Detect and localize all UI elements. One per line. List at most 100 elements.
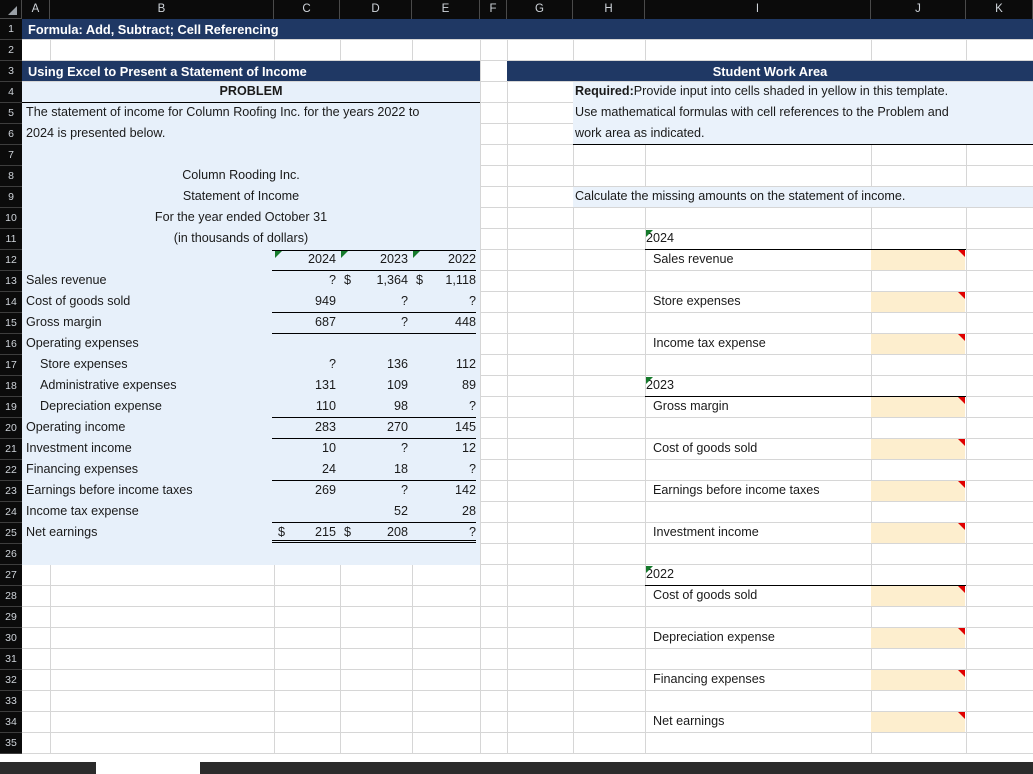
row-header-24[interactable]: 24 bbox=[0, 502, 22, 523]
row-header-33[interactable]: 33 bbox=[0, 691, 22, 712]
comment-indicator-red-icon bbox=[958, 481, 965, 488]
work-area-item-label: Sales revenue bbox=[653, 252, 734, 267]
statement-period: For the year ended October 31 bbox=[154, 210, 328, 225]
statement-row-label: Depreciation expense bbox=[40, 399, 162, 414]
column-header-c[interactable]: C bbox=[274, 0, 340, 19]
row-header-9[interactable]: 9 bbox=[0, 187, 22, 208]
row-header-13[interactable]: 13 bbox=[0, 271, 22, 292]
row-header-35[interactable]: 35 bbox=[0, 733, 22, 754]
statement-value: ? bbox=[400, 441, 408, 456]
gridline-horizontal bbox=[22, 690, 1033, 691]
statement-value: 28 bbox=[461, 504, 476, 519]
column-header-g[interactable]: G bbox=[507, 0, 573, 19]
row-header-23[interactable]: 23 bbox=[0, 481, 22, 502]
row-header-17[interactable]: 17 bbox=[0, 355, 22, 376]
row-header-19[interactable]: 19 bbox=[0, 397, 22, 418]
comment-indicator-green-icon bbox=[341, 251, 348, 258]
row-header-10[interactable]: 10 bbox=[0, 208, 22, 229]
row-header-14[interactable]: 14 bbox=[0, 292, 22, 313]
work-area-input-cell[interactable] bbox=[871, 586, 965, 606]
row-header-8[interactable]: 8 bbox=[0, 166, 22, 187]
row-header-31[interactable]: 31 bbox=[0, 649, 22, 670]
column-header-h[interactable]: H bbox=[573, 0, 645, 19]
work-area-input-cell[interactable] bbox=[871, 397, 965, 417]
row-header-11[interactable]: 11 bbox=[0, 229, 22, 250]
comment-indicator-green-icon bbox=[646, 230, 653, 237]
row-header-1[interactable]: 1 bbox=[0, 19, 22, 40]
row-header-34[interactable]: 34 bbox=[0, 712, 22, 733]
row-header-12[interactable]: 12 bbox=[0, 250, 22, 271]
gridline-horizontal bbox=[22, 606, 1033, 607]
work-area-input-cell[interactable] bbox=[871, 670, 965, 690]
row-header-20[interactable]: 20 bbox=[0, 418, 22, 439]
statement-value: 270 bbox=[386, 420, 408, 435]
column-header-strip[interactable]: ABCDEFGHIJK bbox=[0, 0, 1033, 19]
row-header-15[interactable]: 15 bbox=[0, 313, 22, 334]
work-area-input-cell[interactable] bbox=[871, 250, 965, 270]
statement-row-label: Operating income bbox=[26, 420, 126, 435]
row-header-26[interactable]: 26 bbox=[0, 544, 22, 565]
statement-row-label: Income tax expense bbox=[26, 504, 139, 519]
statement-value: 145 bbox=[454, 420, 476, 435]
column-header-d[interactable]: D bbox=[340, 0, 412, 19]
work-area-item-label: Income tax expense bbox=[653, 336, 766, 351]
row-header-25[interactable]: 25 bbox=[0, 523, 22, 544]
sheet-tab-right[interactable] bbox=[200, 762, 1033, 774]
comment-indicator-red-icon bbox=[958, 712, 965, 719]
row-header-6[interactable]: 6 bbox=[0, 124, 22, 145]
work-area-year-label: 2024 bbox=[646, 231, 675, 246]
column-header-f[interactable]: F bbox=[480, 0, 507, 19]
sheet-tab-left[interactable] bbox=[0, 762, 96, 774]
subtotal-rule-gross-margin-top bbox=[272, 312, 476, 313]
statement-row-label: Gross margin bbox=[26, 315, 102, 330]
row-header-7[interactable]: 7 bbox=[0, 145, 22, 166]
excel-window: Formula: Add, Subtract; Cell Referencing… bbox=[0, 0, 1033, 774]
currency-symbol: $ bbox=[416, 273, 424, 288]
row-header-22[interactable]: 22 bbox=[0, 460, 22, 481]
work-area-input-cell[interactable] bbox=[871, 523, 965, 543]
column-header-k[interactable]: K bbox=[966, 0, 1033, 19]
row-header-3[interactable]: 3 bbox=[0, 61, 22, 82]
column-header-a[interactable]: A bbox=[22, 0, 50, 19]
gridline-horizontal bbox=[22, 753, 1033, 754]
statement-value: 18 bbox=[393, 462, 408, 477]
column-header-i[interactable]: I bbox=[645, 0, 871, 19]
work-area-input-cell[interactable] bbox=[871, 334, 965, 354]
statement-value: 24 bbox=[321, 462, 336, 477]
row-header-27[interactable]: 27 bbox=[0, 565, 22, 586]
sheet-tab-bar[interactable] bbox=[0, 762, 1033, 774]
work-area-input-cell[interactable] bbox=[871, 628, 965, 648]
work-area-year-label: 2023 bbox=[646, 378, 675, 393]
statement-row-label: Earnings before income taxes bbox=[26, 483, 193, 498]
row-header-32[interactable]: 32 bbox=[0, 670, 22, 691]
statement-value: ? bbox=[400, 315, 408, 330]
statement-value: 110 bbox=[315, 399, 336, 414]
row-header-18[interactable]: 18 bbox=[0, 376, 22, 397]
comment-indicator-red-icon bbox=[958, 586, 965, 593]
work-area-input-cell[interactable] bbox=[871, 439, 965, 459]
column-header-e[interactable]: E bbox=[412, 0, 480, 19]
comment-indicator-red-icon bbox=[958, 334, 965, 341]
row-header-4[interactable]: 4 bbox=[0, 82, 22, 103]
statement-value: 687 bbox=[314, 315, 336, 330]
row-header-2[interactable]: 2 bbox=[0, 40, 22, 61]
select-all-corner[interactable] bbox=[0, 0, 22, 19]
work-area-input-cell[interactable] bbox=[871, 292, 965, 312]
statement-value: ? bbox=[328, 273, 336, 288]
column-header-j[interactable]: J bbox=[871, 0, 966, 19]
row-header-16[interactable]: 16 bbox=[0, 334, 22, 355]
row-header-5[interactable]: 5 bbox=[0, 103, 22, 124]
column-header-b[interactable]: B bbox=[50, 0, 274, 19]
sheet-cells[interactable]: Formula: Add, Subtract; Cell Referencing… bbox=[22, 19, 1033, 762]
spreadsheet-grid[interactable]: Formula: Add, Subtract; Cell Referencing… bbox=[0, 0, 1033, 762]
statement-value: 269 bbox=[314, 483, 336, 498]
required-text: Provide input into cells shaded in yello… bbox=[633, 84, 949, 99]
row-header-29[interactable]: 29 bbox=[0, 607, 22, 628]
row-header-28[interactable]: 28 bbox=[0, 586, 22, 607]
work-area-input-cell[interactable] bbox=[871, 481, 965, 501]
row-header-30[interactable]: 30 bbox=[0, 628, 22, 649]
work-area-input-cell[interactable] bbox=[871, 712, 965, 732]
row-header-21[interactable]: 21 bbox=[0, 439, 22, 460]
required-underline bbox=[573, 144, 1033, 145]
work-area-item-label: Gross margin bbox=[653, 399, 729, 414]
